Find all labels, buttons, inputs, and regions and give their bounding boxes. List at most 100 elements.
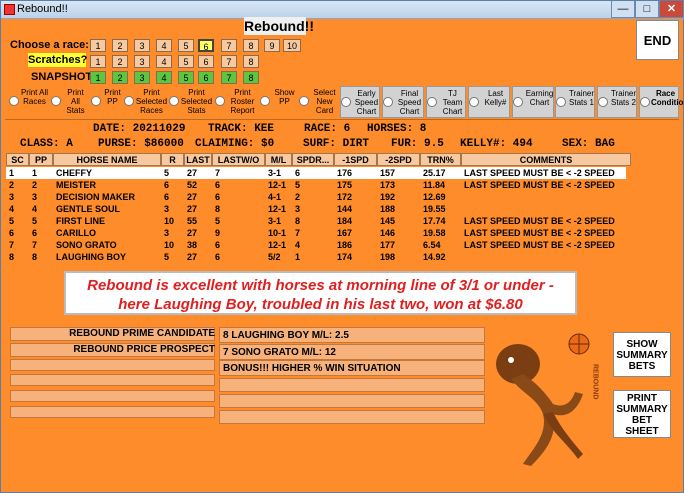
table-row[interactable]: 2 2 MEISTER 6 52 6 12-1 5 175 173 11.84 LAST SPEED … (6, 179, 626, 191)
column-header-10[interactable]: TRN% (420, 153, 461, 166)
table-row[interactable]: 5 5 FIRST LINE 10 55 5 3-1 8 184 145 17.74 LAST SPE… (6, 215, 626, 227)
scratch-button-8[interactable]: 8 (243, 55, 259, 68)
cell-m-l: 3-1 (268, 168, 282, 178)
maximize-icon[interactable]: □ (635, 1, 659, 18)
close-icon[interactable]: ✕ (659, 1, 684, 18)
cell-pp: 1 (32, 168, 38, 178)
minimize-icon[interactable]: — (611, 1, 635, 18)
race-button-2[interactable]: 2 (112, 39, 128, 52)
cell--1spd: 172 (337, 192, 353, 202)
scratch-button-4[interactable]: 4 (156, 55, 172, 68)
column-header-8[interactable]: -1SPD (334, 153, 377, 166)
show-summary-bets-button[interactable]: SHOW SUMMARY BETS (613, 332, 671, 377)
cell-last: 27 (187, 228, 198, 238)
end-button[interactable]: END (636, 20, 679, 60)
report-option-1[interactable]: Print All Stats (51, 86, 89, 118)
cell-pp: 4 (32, 204, 38, 214)
report-option-label: Print All Races (20, 88, 49, 106)
report-option-15[interactable]: Race Conditions (639, 86, 684, 118)
report-option-14[interactable]: Trainer Stats 2 (597, 86, 637, 118)
radio-circle-icon (169, 96, 179, 106)
blank-field-2 (10, 374, 215, 386)
cell--2spd: 198 (380, 252, 396, 262)
report-option-6[interactable]: Show PP (260, 86, 298, 118)
cell--1spd: 184 (337, 216, 353, 226)
cell-lastw-o: 7 (215, 168, 221, 178)
cell--2spd: 145 (380, 216, 396, 226)
race-button-4[interactable]: 4 (156, 39, 172, 52)
report-option-3[interactable]: Print Selected Races (124, 86, 168, 118)
table-row[interactable]: 4 4 GENTLE SOUL 3 27 8 12-1 3 144 188 19.55 (6, 203, 626, 215)
info-horses: HORSES: 8 (367, 123, 427, 135)
scratch-button-7[interactable]: 7 (221, 55, 237, 68)
report-option-10[interactable]: TJ Team Chart (426, 86, 466, 118)
column-header-4[interactable]: LAST (184, 153, 212, 166)
scratch-button-3[interactable]: 3 (134, 55, 150, 68)
race-info-bar: DATE: 20211029 TRACK: KEE RACE: 6 HORSES… (5, 119, 679, 152)
cell-m-l: 3-1 (268, 216, 282, 226)
race-button-10[interactable]: 10 (283, 39, 301, 52)
column-header-0[interactable]: SC (6, 153, 29, 166)
column-header-3[interactable]: R (161, 153, 184, 166)
report-option-2[interactable]: Print PP (91, 86, 123, 118)
blank-field-4 (10, 406, 215, 418)
snapshot-button-7[interactable]: 7 (221, 71, 237, 84)
cell-r: 3 (164, 204, 170, 214)
scratch-button-1[interactable]: 1 (90, 55, 106, 68)
cell--1spd: 144 (337, 204, 353, 214)
price-label: REBOUND PRICE PROSPECT (73, 344, 215, 355)
report-option-4[interactable]: Print Selected Stats (169, 86, 213, 118)
print-summary-bet-sheet-button[interactable]: PRINT SUMMARY BET SHEET (613, 390, 671, 438)
race-button-5[interactable]: 5 (178, 39, 194, 52)
cell-m-l: 12-1 (268, 204, 287, 214)
scratch-button-2[interactable]: 2 (112, 55, 128, 68)
column-header-11[interactable]: COMMENTS (461, 153, 631, 166)
snapshot-button-6[interactable]: 6 (198, 71, 214, 84)
report-option-5[interactable]: Print Roster Report (215, 86, 259, 118)
column-header-9[interactable]: -2SPD (377, 153, 420, 166)
table-row[interactable]: 8 8 LAUGHING BOY 5 27 6 5/2 1 174 198 14.92 (6, 251, 626, 263)
table-row[interactable]: 6 6 CARILLO 3 27 9 10-1 7 167 146 19.58 LAST SPEED … (6, 227, 626, 239)
cell--2spd: 188 (380, 204, 396, 214)
race-button-6[interactable]: 6 (198, 39, 214, 52)
table-row[interactable]: 1 1 CHEFFY 5 27 7 3-1 6 176 157 25.17 LAST SPEED MU… (6, 167, 626, 179)
report-option-13[interactable]: Trainer Stats 1 (555, 86, 595, 118)
cell-comments: LAST SPEED MUST BE < -2 SPEED (464, 180, 615, 190)
rebound-horse-logo: REBOUND (493, 333, 599, 466)
cell-spdr-: 6 (295, 168, 301, 178)
report-option-12[interactable]: Earning Chart (512, 86, 554, 118)
snapshot-button-4[interactable]: 4 (156, 71, 172, 84)
table-row[interactable]: 7 7 SONO GRATO 10 38 6 12-1 4 186 177 6.54 LAST SPE… (6, 239, 626, 251)
snapshot-button-2[interactable]: 2 (112, 71, 128, 84)
race-button-1[interactable]: 1 (90, 39, 106, 52)
column-header-5[interactable]: LASTW/O (212, 153, 265, 166)
report-option-9[interactable]: Final Speed Chart (382, 86, 424, 118)
race-button-8[interactable]: 8 (243, 39, 259, 52)
info-surf: SURF: DIRT (303, 138, 370, 150)
race-button-3[interactable]: 3 (134, 39, 150, 52)
race-button-7[interactable]: 7 (221, 39, 237, 52)
info-class: CLASS: A (20, 138, 73, 150)
scratch-button-6[interactable]: 6 (198, 55, 214, 68)
report-option-7[interactable]: Select New Card (299, 86, 339, 118)
radio-circle-icon (598, 97, 608, 107)
window-title: Rebound!! (17, 3, 68, 15)
report-option-label: Trainer Stats 1 (568, 89, 595, 107)
radio-circle-icon (341, 97, 351, 107)
scratch-button-5[interactable]: 5 (178, 55, 194, 68)
snapshot-button-5[interactable]: 5 (178, 71, 194, 84)
cell-horse-name: FIRST LINE (56, 216, 105, 226)
race-button-9[interactable]: 9 (264, 39, 280, 52)
column-header-2[interactable]: HORSE NAME (53, 153, 161, 166)
column-header-1[interactable]: PP (29, 153, 53, 166)
cell-comments: LAST SPEED MUST BE < -2 SPEED (464, 228, 615, 238)
report-option-8[interactable]: Early Speed Chart (340, 86, 380, 118)
snapshot-button-8[interactable]: 8 (243, 71, 259, 84)
table-row[interactable]: 3 3 DECISION MAKER 6 27 6 4-1 2 172 192 12.69 (6, 191, 626, 203)
report-option-11[interactable]: Last Kelly# (468, 86, 510, 118)
report-option-0[interactable]: Print All Races (9, 86, 49, 118)
column-header-7[interactable]: SPDR... (292, 153, 334, 166)
column-header-6[interactable]: M/L (265, 153, 292, 166)
snapshot-button-3[interactable]: 3 (134, 71, 150, 84)
snapshot-button-1[interactable]: 1 (90, 71, 106, 84)
